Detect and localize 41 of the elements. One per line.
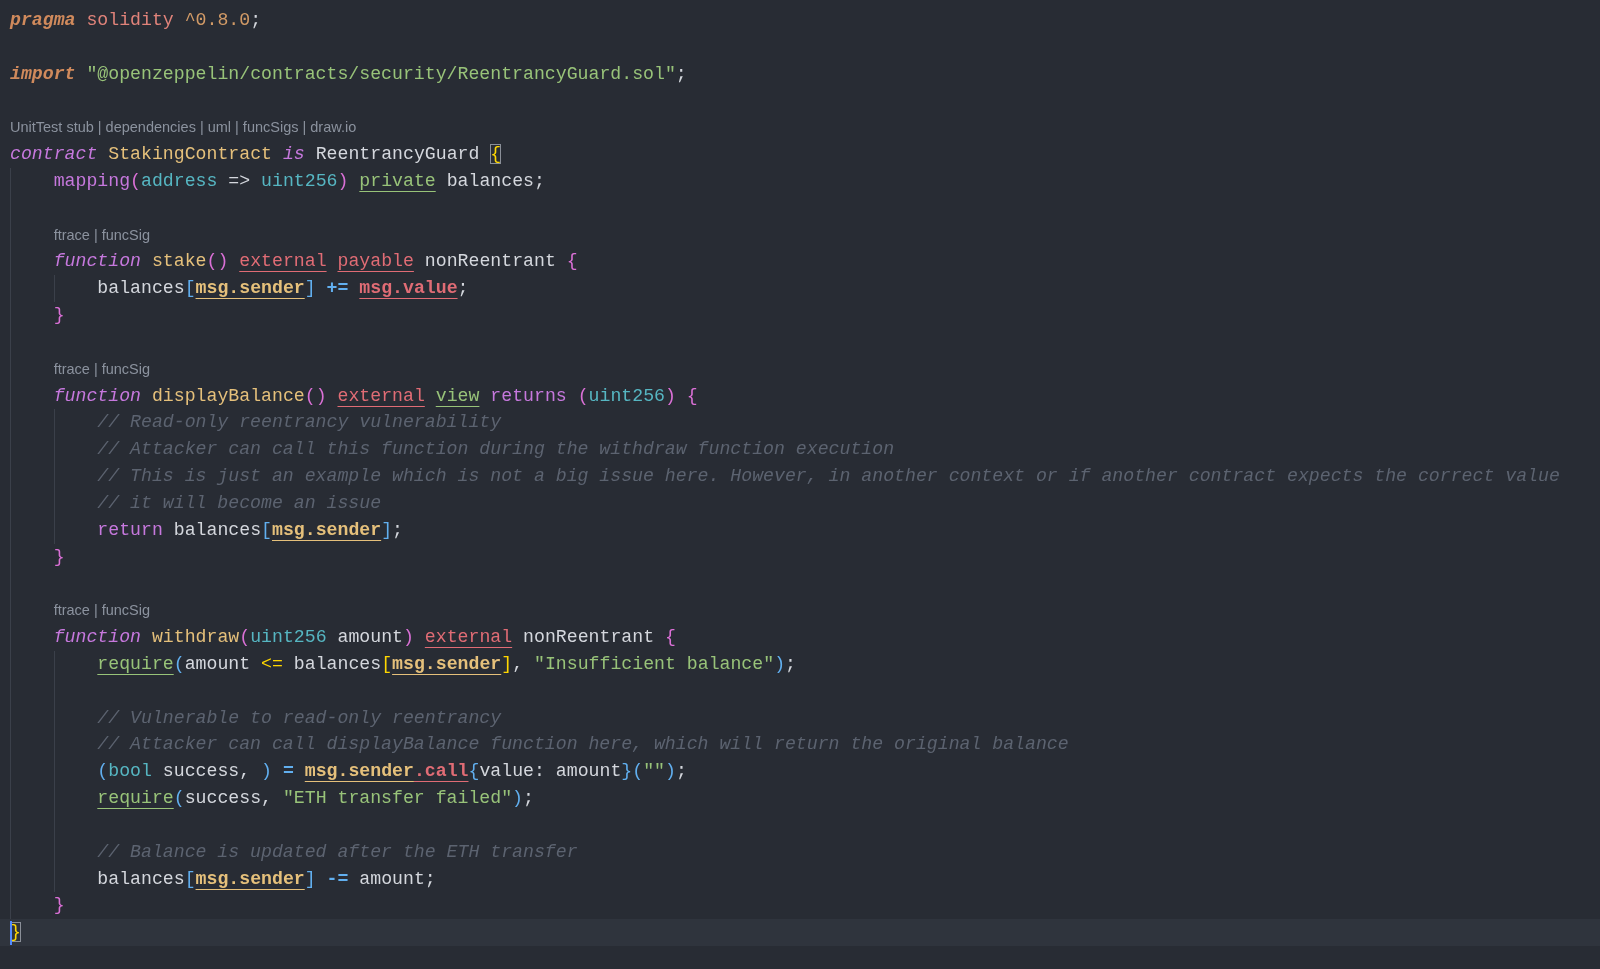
- code-line: mapping(address => uint256) private balances;: [53, 169, 545, 193]
- separator-text: |: [93, 225, 98, 245]
- codelens-link[interactable]: dependencies: [105, 114, 196, 142]
- separator-text: |: [93, 359, 98, 379]
- codelens-link[interactable]: ftrace: [53, 355, 90, 383]
- code-comment: // Attacker can call displayBalance function here, which will return the original balance: [97, 733, 1069, 757]
- code-comment: // Vulnerable to read-only reentrancy: [97, 706, 502, 730]
- code-line: (bool success, ) = msg.sender.call{value: amount}("");: [97, 760, 687, 784]
- codelens-link[interactable]: funcSig: [101, 597, 151, 625]
- separator-text: |: [302, 118, 307, 138]
- code-line: }: [53, 304, 65, 328]
- codelens-link[interactable]: uml: [207, 114, 232, 142]
- code-comment: // Attacker can call this function during the withdraw function execution: [97, 438, 895, 462]
- code-line: function displayBalance() external view returns (uint256) {: [53, 384, 698, 408]
- code-line: contract StakingContract is ReentrancyGuard {: [10, 143, 502, 167]
- codelens-link[interactable]: UnitTest stub: [10, 114, 94, 142]
- code-comment: // Balance is updated after the ETH transfer: [97, 840, 578, 864]
- code-line: function stake() external payable nonReentrant {: [53, 250, 578, 274]
- codelens-link[interactable]: draw.io: [310, 114, 357, 142]
- codelens-link[interactable]: funcSigs: [242, 114, 299, 142]
- code-line: return balances[msg.sender];: [97, 518, 403, 542]
- separator-text: |: [97, 118, 102, 138]
- codelens-link[interactable]: ftrace: [53, 221, 90, 249]
- code-comment: // This is just an example which is not a big issue here. However, in another context or if another contract expects the correct value: [97, 465, 1560, 489]
- separator-text: |: [199, 118, 204, 138]
- separator-text: |: [235, 118, 239, 138]
- code-line: balances[msg.sender] -= amount;: [97, 867, 436, 891]
- codelens-link[interactable]: funcSig: [101, 221, 151, 249]
- code-comment: // Read-only reentrancy vulnerability: [97, 411, 502, 435]
- code-line: require(success, "ETH transfer failed");: [97, 787, 534, 810]
- code-line: function withdraw(uint256 amount) external nonReentrant {: [53, 626, 676, 650]
- separator-text: |: [93, 601, 98, 621]
- code-line: import "@openzeppelin/contracts/security/ReentrancyGuard.sol";: [10, 62, 687, 86]
- codelens-link[interactable]: ftrace: [53, 597, 90, 625]
- code-line: }: [53, 894, 65, 918]
- codelens-link[interactable]: funcSig: [101, 355, 151, 383]
- code-line: }: [53, 545, 65, 569]
- code-line: require(amount <= balances[msg.sender], "Insufficient balance");: [97, 652, 796, 676]
- code-line: balances[msg.sender] += msg.value;: [97, 277, 469, 301]
- code-comment: // it will become an issue: [97, 491, 382, 515]
- code-line: pragma solidity ^0.8.0;: [10, 9, 262, 32]
